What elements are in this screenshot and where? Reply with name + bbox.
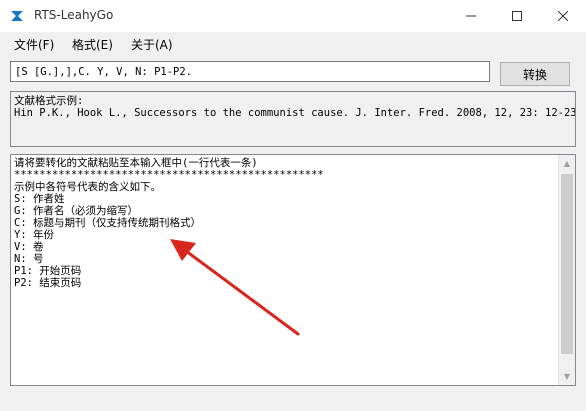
main-text-line: 示例中各符号代表的含义如下。	[14, 181, 161, 193]
scroll-down-icon[interactable]: ▼	[559, 368, 575, 385]
main-text-line: 请将要转化的文献粘贴至本输入框中(一行代表一条)	[14, 157, 258, 169]
vertical-scrollbar[interactable]: ▲ ▼	[558, 155, 575, 385]
maximize-icon	[512, 11, 522, 21]
format-template-input[interactable]	[10, 61, 490, 82]
main-text-line: V: 卷	[14, 241, 44, 253]
menu-bar: 文件(F) 格式(E) 关于(A)	[0, 32, 586, 56]
title-bar[interactable]: RTS-LeahyGo	[0, 0, 586, 32]
minimize-button[interactable]	[448, 0, 494, 32]
scroll-thumb[interactable]	[561, 174, 573, 354]
close-button[interactable]	[540, 0, 586, 32]
close-icon	[558, 11, 568, 21]
convert-button[interactable]: 转换	[500, 62, 570, 86]
menu-file[interactable]: 文件(F)	[14, 36, 54, 53]
main-text-line: Y: 年份	[14, 229, 54, 241]
app-icon	[9, 8, 25, 24]
window-title: RTS-LeahyGo	[34, 8, 114, 22]
main-text-line: C: 标题与期刊（仅支持传统期刊格式）	[14, 217, 201, 229]
main-text-line: S: 作者姓	[14, 193, 65, 205]
scroll-up-icon[interactable]: ▲	[559, 155, 575, 172]
example-label: 文献格式示例:	[14, 95, 84, 107]
main-text-line: ****************************************…	[14, 169, 324, 181]
example-box: 文献格式示例: Hin P.K., Hook L., Successors to…	[10, 91, 576, 147]
maximize-button[interactable]	[494, 0, 540, 32]
main-text-line: P2: 结束页码	[14, 277, 82, 289]
menu-format[interactable]: 格式(E)	[72, 36, 113, 53]
main-text-line: G: 作者名（必须为缩写）	[14, 205, 138, 217]
main-text-line: N: 号	[14, 253, 44, 265]
minimize-icon	[466, 15, 476, 17]
reference-input-area[interactable]: 请将要转化的文献粘贴至本输入框中(一行代表一条) ***************…	[10, 154, 576, 386]
menu-about[interactable]: 关于(A)	[131, 36, 173, 53]
example-text: Hin P.K., Hook L., Successors to the com…	[14, 107, 576, 119]
main-text-line: P1: 开始页码	[14, 265, 82, 277]
